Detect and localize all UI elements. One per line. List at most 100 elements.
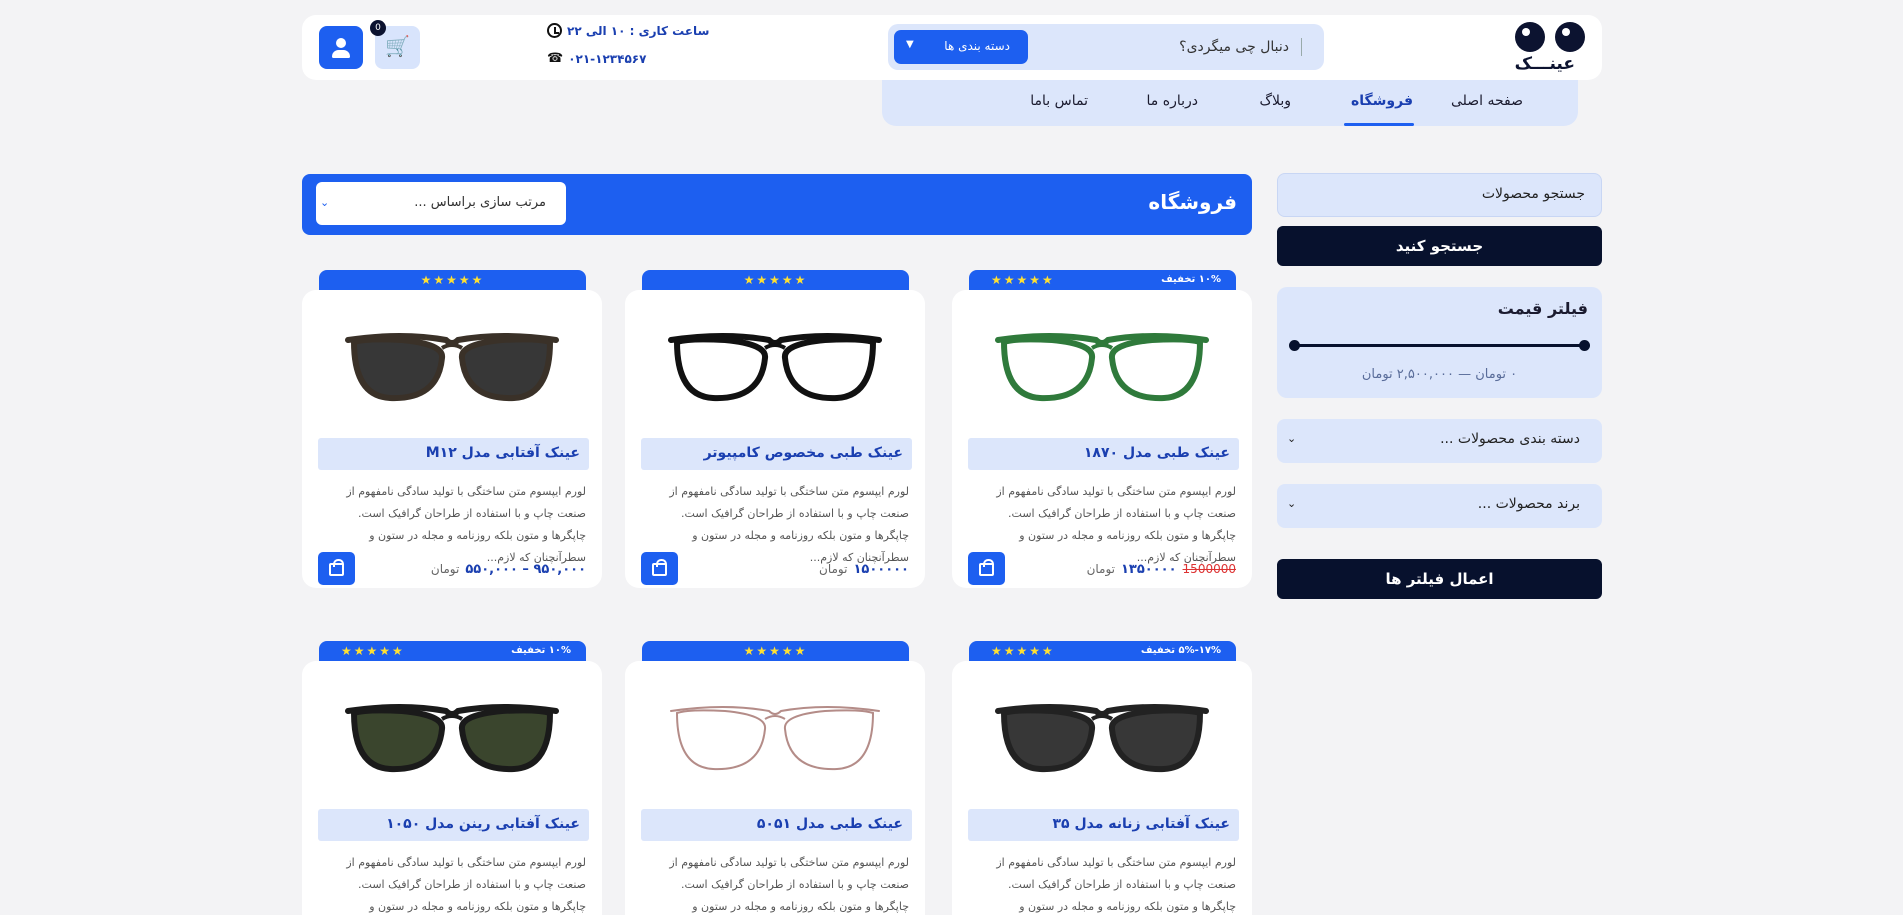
product-card-body: عینک طبی مدل ۵۰۵۱ لورم ایپسوم متن ساختگی… <box>625 661 925 915</box>
shop-header-bar: فروشگاه مرتب سازی براساس ... ⌄ <box>302 174 1252 235</box>
product-name[interactable]: عینک طبی مدل ۱۸۷۰ <box>968 438 1239 470</box>
product-name[interactable]: عینک آفتابی مدل M۱۲ <box>318 438 589 470</box>
product-name-text: عینک آفتابی رینن مدل ۱۰۵۰ <box>386 816 580 832</box>
shopping-bag-icon <box>329 559 344 576</box>
product-name[interactable]: عینک آفتابی زنانه مدل ۳۵ <box>968 809 1239 841</box>
product-description: لورم ایپسوم متن ساختگی با تولید سادگی نا… <box>346 485 586 564</box>
rating-stars-icon: ★★★★★ <box>743 273 808 287</box>
sort-select-label: مرتب سازی براساس ... <box>414 195 546 210</box>
price-filter-title: فیلتر قیمت <box>1497 299 1588 318</box>
price-unit: تومان <box>819 562 848 576</box>
logo-text: عینـــک <box>1514 54 1575 74</box>
product-image[interactable] <box>992 689 1212 789</box>
product-name[interactable]: عینک طبی مخصوص کامپیوتر <box>641 438 912 470</box>
product-name-text: عینک طبی مخصوص کامپیوتر <box>703 445 903 461</box>
price-unit: تومان <box>1086 562 1115 576</box>
main-nav: صفحه اصلی فروشگاه وبلاگ درباره ما تماس ب… <box>882 80 1578 126</box>
nav-active-underline <box>1344 123 1414 126</box>
product-image[interactable] <box>665 318 885 418</box>
nav-item-about[interactable]: درباره ما <box>1147 93 1198 109</box>
eyeglasses-image <box>670 706 880 771</box>
category-filter-dropdown[interactable]: دسته بندی محصولات ... ⌄ <box>1277 419 1602 463</box>
phone-text: ۰۲۱-۱۲۳۴۵۶۷ <box>568 51 647 66</box>
cart-icon: 🛒 <box>385 34 410 58</box>
product-name[interactable]: عینک طبی مدل ۵۰۵۱ <box>641 809 912 841</box>
logo-eye-left-icon <box>1515 22 1545 52</box>
sort-select[interactable]: مرتب سازی براساس ... ⌄ <box>316 182 566 225</box>
product-image[interactable] <box>665 689 885 789</box>
category-filter-label: دسته بندی محصولات ... <box>1440 431 1580 447</box>
product-price: ۱۵۰۰۰۰۰ تومان <box>819 562 909 577</box>
rating-stars-icon: ★★★★★ <box>341 644 405 658</box>
chevron-down-icon: ⌄ <box>1287 432 1297 445</box>
product-card[interactable]: ★★★★★ عینک طبی مدل ۵۰۵۱ لورم ایپسوم متن … <box>625 641 925 915</box>
chevron-down-icon: ⌄ <box>1287 497 1297 510</box>
product-image[interactable] <box>342 689 562 789</box>
search-input[interactable]: دنبال چی میگردی؟ <box>1179 38 1302 56</box>
rating-stars-icon: ★★★★★ <box>420 273 485 287</box>
product-description: لورم ایپسوم متن ساختگی با تولید سادگی نا… <box>996 485 1236 564</box>
user-account-button[interactable] <box>319 26 363 69</box>
product-name-text: عینک آفتابی مدل M۱۲ <box>425 445 580 461</box>
eyeglasses-image <box>995 333 1209 402</box>
nav-item-shop[interactable]: فروشگاه <box>1351 93 1413 109</box>
product-image[interactable] <box>992 318 1212 418</box>
product-card-body: عینک آفتابی مدل M۱۲ لورم ایپسوم متن ساخت… <box>302 290 602 588</box>
product-card[interactable]: ★★★★★ عینک طبی مخصوص کامپیوتر لورم ایپسو… <box>625 270 925 588</box>
rating-stars-icon: ★★★★★ <box>743 644 808 658</box>
add-to-cart-button[interactable] <box>318 552 355 585</box>
product-search-input[interactable]: جستجو محصولات <box>1277 173 1602 217</box>
product-card-body: عینک طبی مخصوص کامپیوتر لورم ایپسوم متن … <box>625 290 925 588</box>
eyeglasses-image <box>345 704 559 773</box>
add-to-cart-button[interactable] <box>641 552 678 585</box>
product-card[interactable]: ★★★★★ ۱۰% تخفیف عینک آفتابی رینن مدل ۱۰۵… <box>302 641 602 915</box>
brand-filter-label: برند محصولات ... <box>1477 496 1580 512</box>
current-price: ۱۳۵۰۰۰۰ <box>1121 562 1177 577</box>
product-description: لورم ایپسوم متن ساختگی با تولید سادگی نا… <box>669 485 909 564</box>
product-card-tab: ★★★★★ ۱۷%-۵% تخفیف <box>969 641 1236 663</box>
product-card-tab: ★★★★★ <box>642 270 909 292</box>
chevron-down-icon: ⌄ <box>320 196 330 209</box>
site-logo[interactable]: عینـــک <box>1507 20 1587 74</box>
product-description: لورم ایپسوم متن ساختگی با تولید سادگی نا… <box>996 856 1236 913</box>
add-to-cart-button[interactable] <box>968 552 1005 585</box>
cart-button[interactable]: 🛒 0 <box>370 20 420 69</box>
nav-item-home[interactable]: صفحه اصلی <box>1451 93 1523 109</box>
category-dropdown-button[interactable]: دسته بندی ها ▼ <box>894 30 1028 64</box>
shop-title: فروشگاه <box>1148 190 1237 214</box>
product-card[interactable]: ★★★★★ ۱۰% تخفیف عینک طبی مدل ۱۸۷۰ لورم ا… <box>952 270 1252 588</box>
user-icon <box>336 38 346 48</box>
product-name[interactable]: عینک آفتابی رینن مدل ۱۰۵۰ <box>318 809 589 841</box>
caret-down-icon: ▼ <box>906 39 914 50</box>
brand-filter-dropdown[interactable]: برند محصولات ... ⌄ <box>1277 484 1602 528</box>
eyeglasses-image <box>345 333 559 402</box>
user-icon-body <box>332 50 350 58</box>
header-search-bar[interactable]: دنبال چی میگردی؟ دسته بندی ها ▼ <box>888 24 1324 70</box>
price-range-slider[interactable] <box>1289 340 1590 351</box>
product-card-tab: ★★★★★ <box>642 641 909 663</box>
product-name-text: عینک آفتابی زنانه مدل ۳۵ <box>1052 816 1231 832</box>
price-range-text: ۰ تومان — ۲,۵۰۰,۰۰۰ تومان <box>1361 367 1518 382</box>
current-price: ۱۵۰۰۰۰۰ <box>853 562 909 577</box>
logo-eye-right-icon <box>1555 22 1585 52</box>
apply-filters-button[interactable]: اعمال فیلتر ها <box>1277 559 1602 599</box>
product-price: ۹۵۰,۰۰۰ – ۵۵۰,۰۰۰ تومان <box>431 562 586 577</box>
phone-number[interactable]: ۰۲۱-۱۲۳۴۵۶۷ ☎ <box>547 51 646 66</box>
current-price: ۹۵۰,۰۰۰ – ۵۵۰,۰۰۰ <box>465 562 586 577</box>
product-search-placeholder: جستجو محصولات <box>1481 186 1585 202</box>
price-filter: فیلتر قیمت ۰ تومان — ۲,۵۰۰,۰۰۰ تومان <box>1277 287 1602 398</box>
shopping-bag-icon <box>652 559 667 576</box>
nav-item-blog[interactable]: وبلاگ <box>1259 93 1291 109</box>
product-card[interactable]: ★★★★★ عینک آفتابی مدل M۱۲ لورم ایپسوم مت… <box>302 270 602 588</box>
category-button-label: دسته بندی ها <box>944 39 1010 53</box>
price-max-handle[interactable] <box>1579 340 1590 351</box>
discount-badge: ۱۷%-۵% تخفیف <box>1140 645 1221 656</box>
discount-badge: ۱۰% تخفیف <box>1161 274 1221 285</box>
search-submit-button[interactable]: جستجو کنید <box>1277 226 1602 266</box>
work-hours-text: ساعت کاری : ۱۰ الی ۲۲ <box>567 23 710 38</box>
nav-item-contact[interactable]: تماس باما <box>1030 93 1088 109</box>
product-image[interactable] <box>342 318 562 418</box>
price-min-handle[interactable] <box>1289 340 1300 351</box>
product-card[interactable]: ★★★★★ ۱۷%-۵% تخفیف عینک آفتابی زنانه مدل… <box>952 641 1252 915</box>
product-card-body: عینک طبی مدل ۱۸۷۰ لورم ایپسوم متن ساختگی… <box>952 290 1252 588</box>
